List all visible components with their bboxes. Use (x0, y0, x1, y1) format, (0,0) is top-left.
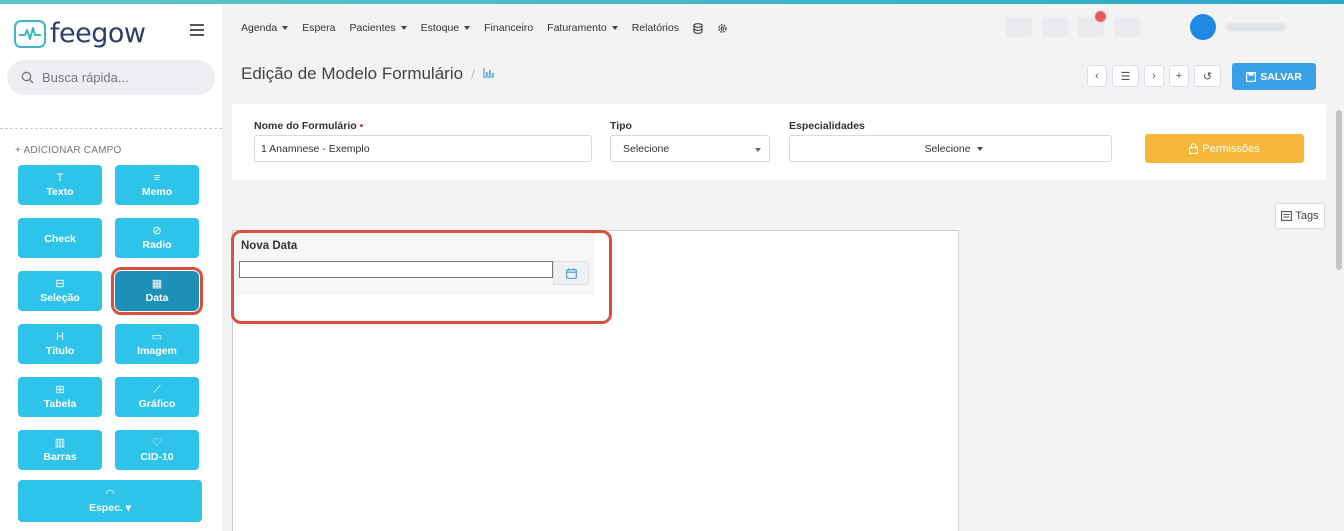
chevron-down-icon (400, 26, 407, 30)
plus-icon: + (1175, 70, 1183, 82)
select-icon: ⊟ (55, 277, 65, 290)
chevron-down-icon (611, 26, 618, 30)
add-field-heading: + ADICIONAR CAMPO (15, 145, 122, 156)
field-button-titulo[interactable]: H Título (18, 324, 102, 364)
field-button-data[interactable]: ▦ Data (111, 267, 203, 315)
quick-action-icon[interactable] (1042, 17, 1068, 37)
notification-badge (1095, 11, 1106, 22)
list-button[interactable]: ☰ (1112, 65, 1139, 87)
chevron-right-icon: › (1152, 70, 1156, 82)
nav-agenda[interactable]: Agenda (241, 22, 289, 34)
chevron-down-icon (755, 148, 761, 152)
page-scrollbar[interactable] (1336, 110, 1342, 270)
field-button-grafico[interactable]: ⟋ Gráfico (115, 377, 199, 417)
logo-pulse-icon (14, 19, 46, 48)
quick-action-icon[interactable] (1006, 17, 1032, 37)
type-label: Tipo (610, 120, 632, 132)
form-settings-panel: Nome do Formulário • 1 Anamnese - Exempl… (232, 104, 1326, 180)
field-button-memo[interactable]: ≡ Memo (115, 165, 199, 205)
type-select[interactable]: Selecione (610, 135, 770, 162)
field-button-espec[interactable]: ◠ Espec. ▾ (18, 480, 202, 522)
settings-gear-icon[interactable] (717, 23, 728, 34)
barcode-icon: ▥ (54, 436, 66, 449)
radio-icon: ⊘ (152, 224, 162, 237)
nav-faturamento[interactable]: Faturamento (547, 22, 618, 34)
field-button-barras[interactable]: ▥ Barras (18, 430, 102, 470)
feegow-logo[interactable]: feegow (14, 18, 146, 49)
image-icon: ▭ (151, 330, 163, 343)
chevron-down-icon (464, 26, 471, 30)
memo-icon: ≡ (153, 171, 161, 184)
date-input[interactable] (239, 261, 553, 278)
table-icon: ⊞ (55, 383, 65, 396)
avatar[interactable] (1190, 14, 1216, 40)
date-field-label: Nova Data (241, 240, 298, 252)
calendar-icon: ▦ (151, 277, 163, 290)
menu-toggle-icon[interactable] (190, 24, 204, 36)
next-button[interactable]: › (1144, 65, 1164, 87)
calendar-picker-button[interactable] (553, 261, 589, 285)
header-right-tools (1006, 11, 1286, 40)
field-button-texto[interactable]: T Texto (18, 165, 102, 205)
breadcrumb-separator: / (471, 66, 475, 82)
field-button-cid10[interactable]: ♡ CID-10 (115, 430, 199, 470)
permissions-button[interactable]: Permissões (1145, 134, 1304, 163)
nav-financeiro[interactable]: Financeiro (484, 22, 533, 34)
quick-search[interactable] (7, 60, 215, 95)
chevron-down-icon (976, 146, 983, 151)
date-field-block[interactable]: Nova Data (235, 233, 595, 295)
specialties-label: Especialidades (789, 120, 865, 132)
field-button-selecao[interactable]: ⊟ Seleção (18, 271, 102, 311)
page-title: Edição de Modelo Formulário / (241, 64, 495, 84)
nav-pacientes[interactable]: Pacientes (349, 22, 407, 34)
field-button-imagem[interactable]: ▭ Imagem (115, 324, 199, 364)
user-name[interactable] (1226, 23, 1286, 31)
chevron-down-icon (282, 26, 289, 30)
history-button[interactable]: ↺ (1194, 65, 1221, 87)
chevron-left-icon: ‹ (1095, 70, 1099, 82)
search-input[interactable] (42, 70, 192, 85)
heading-icon: H (56, 330, 64, 343)
nav-estoque[interactable]: Estoque (421, 22, 471, 34)
editor-toolbar: ‹ ☰ › + ↺ (1087, 65, 1221, 87)
chart-icon: ⟋ (153, 383, 161, 396)
add-button[interactable]: + (1169, 65, 1189, 87)
page-title-text: Edição de Modelo Formulário (241, 64, 464, 83)
notifications-icon[interactable] (1078, 11, 1106, 37)
bar-chart-icon[interactable] (483, 67, 495, 81)
form-name-label: Nome do Formulário • (254, 120, 364, 132)
text-icon: T (56, 171, 64, 184)
main-nav: Agenda Espera Pacientes Estoque Financei… (241, 22, 742, 34)
field-button-tabela[interactable]: ⊞ Tabela (18, 377, 102, 417)
tags-button[interactable]: Tags (1275, 203, 1325, 229)
tags-icon (1281, 211, 1293, 221)
field-button-radio[interactable]: ⊘ Radio (115, 218, 199, 258)
history-icon: ↺ (1202, 70, 1213, 83)
nav-espera[interactable]: Espera (302, 22, 335, 34)
form-name-input[interactable]: 1 Anamnese - Exemplo (254, 135, 592, 162)
database-icon[interactable] (693, 22, 703, 34)
sidebar-divider (0, 128, 222, 129)
field-button-check[interactable]: Check (18, 218, 102, 258)
list-icon: ☰ (1120, 70, 1131, 83)
save-icon (1246, 71, 1257, 82)
logo-text: feegow (50, 18, 146, 49)
headset-icon: ◠ (105, 487, 115, 500)
form-canvas[interactable]: Nova Data (232, 230, 959, 531)
calendar-icon (565, 267, 577, 279)
lock-icon (1189, 143, 1199, 154)
previous-button[interactable]: ‹ (1087, 65, 1107, 87)
quick-action-icon[interactable] (1114, 17, 1140, 37)
nav-relatorios[interactable]: Relatórios (632, 22, 679, 34)
save-button[interactable]: SALVAR (1232, 63, 1316, 90)
search-icon (21, 71, 34, 84)
stethoscope-icon: ♡ (152, 436, 162, 449)
specialties-select[interactable]: Selecione (789, 135, 1112, 162)
